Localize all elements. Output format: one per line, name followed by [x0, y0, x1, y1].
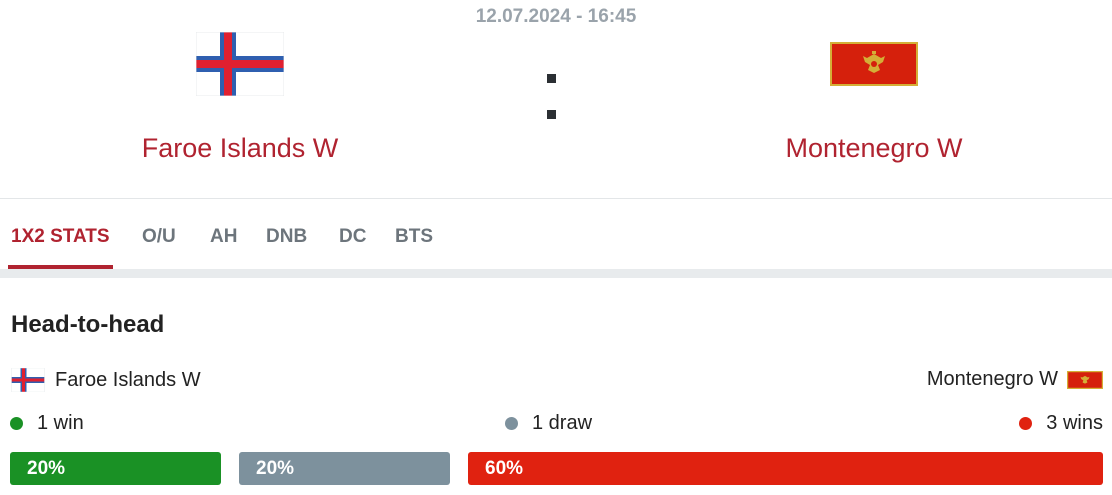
h2h-results-row: 1 win 1 draw 3 wins	[0, 412, 1112, 438]
home-wins-label: 1 win	[37, 412, 84, 434]
tab-double-chance[interactable]: DC	[339, 199, 366, 269]
h2h-teams-row: Faroe Islands W Montenegro W	[0, 368, 1112, 394]
tab-draw-no-bet[interactable]: DNB	[266, 199, 307, 269]
score-separator	[547, 74, 557, 146]
home-win-bar: 20%	[10, 452, 221, 485]
tab-asian-handicap[interactable]: AH	[210, 199, 237, 269]
h2h-home-team-name[interactable]: Faroe Islands W	[55, 369, 201, 392]
draw-bullet-icon	[505, 417, 518, 430]
h2h-distribution-bars: 20% 20% 60%	[0, 452, 1112, 485]
tab-over-under[interactable]: O/U	[142, 199, 176, 269]
montenegro-flag-icon	[830, 42, 918, 86]
faroe-islands-flag-icon	[196, 32, 284, 96]
home-team[interactable]: Faroe Islands W	[0, 0, 480, 198]
loss-bullet-icon	[1019, 417, 1033, 430]
away-win-bar: 60%	[468, 452, 1103, 485]
tab-both-teams-score[interactable]: BTS	[395, 199, 433, 269]
draws: 1 draw	[505, 412, 592, 435]
draw-bar: 20%	[239, 452, 450, 485]
home-team-name[interactable]: Faroe Islands W	[0, 133, 480, 164]
away-team[interactable]: Montenegro W	[634, 0, 1112, 198]
h2h-title: Head-to-head	[11, 311, 165, 338]
faroe-islands-flag-icon	[10, 368, 46, 392]
tabs-underline-band	[0, 269, 1112, 278]
home-wins: 1 win	[10, 412, 84, 435]
stats-tabs: 1X2 STATS O/U AH DNB DC BTS	[0, 199, 1112, 269]
away-wins-label: 3 wins	[1046, 412, 1103, 434]
h2h-away-team-name[interactable]: Montenegro W	[927, 368, 1058, 391]
away-team-name[interactable]: Montenegro W	[634, 133, 1112, 164]
match-header: 12.07.2024 - 16:45 Faroe Islands W Monte…	[0, 0, 1112, 198]
draws-label: 1 draw	[532, 412, 593, 434]
montenegro-flag-icon	[1067, 370, 1103, 389]
tab-1x2-stats[interactable]: 1X2 STATS	[8, 199, 113, 269]
away-wins: 3 wins	[1019, 412, 1103, 435]
win-bullet-icon	[10, 417, 23, 430]
